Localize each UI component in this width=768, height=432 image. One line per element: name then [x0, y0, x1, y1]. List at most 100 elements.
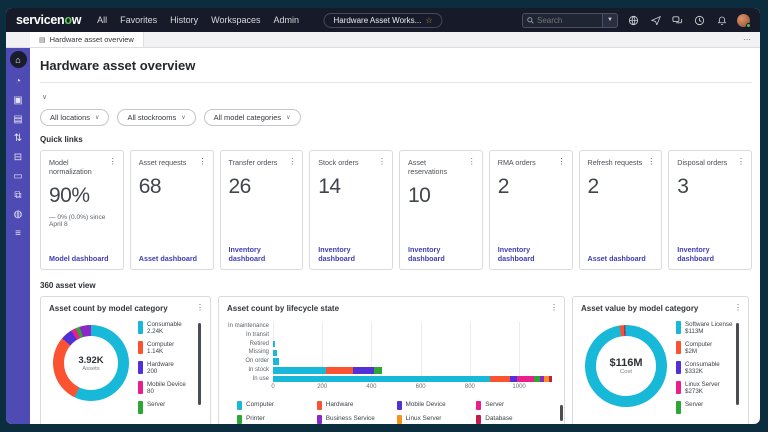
legend-value: 2.24K	[147, 328, 164, 336]
nav-item-workspaces[interactable]: Workspaces	[211, 15, 260, 25]
search-box[interactable]	[522, 12, 602, 28]
legend-text: Computer $2M	[685, 341, 712, 356]
chart-menu-icon[interactable]: ⋮	[734, 303, 742, 312]
quick-links-heading: Quick links	[40, 135, 83, 144]
card-dashboard-link[interactable]: Inventory dashboard	[318, 245, 384, 263]
x-axis-tick: 600	[415, 383, 426, 390]
nav-item-history[interactable]: History	[170, 15, 198, 25]
card-dashboard-link[interactable]: Inventory dashboard	[229, 245, 295, 263]
legend-item: Hardware	[316, 400, 397, 410]
donut-body: 3.92K Assets Consumable 2.24K Computer 1.14K H…	[49, 321, 202, 419]
favorite-star-icon[interactable]: ☆	[425, 16, 432, 25]
transfer-icon[interactable]: ⇅	[14, 134, 22, 144]
filter-pill-all-model-categories[interactable]: All model categories ∨	[203, 109, 301, 126]
card-menu-icon[interactable]: ⋮	[288, 157, 296, 166]
legend-item: Printer	[237, 414, 317, 424]
catalog-icon[interactable]: ⧉	[14, 191, 21, 201]
card-menu-icon[interactable]: ⋮	[109, 157, 117, 166]
dashboard-icon[interactable]: ◔	[15, 77, 21, 87]
legend-label: Database	[485, 414, 513, 422]
bell-icon[interactable]	[715, 14, 728, 27]
legend-text: Mobile Device 80	[147, 381, 186, 396]
bar-segment-computer	[273, 375, 490, 383]
bar-segment-database	[548, 375, 553, 383]
card-title: Model normalization	[49, 158, 92, 176]
card-menu-icon[interactable]: ⋮	[468, 157, 476, 166]
bar-plot-area	[273, 322, 556, 384]
clock-icon[interactable]	[693, 14, 706, 27]
x-axis-tick: 0	[271, 383, 275, 390]
chevron-down-icon[interactable]: ∨	[42, 94, 47, 101]
card-menu-icon[interactable]: ⋮	[737, 157, 745, 166]
card-dashboard-link[interactable]: Model dashboard	[49, 254, 115, 263]
card-dashboard-link[interactable]: Asset dashboard	[139, 254, 205, 263]
filter-pill-all-stockrooms[interactable]: All stockrooms ∨	[117, 109, 196, 126]
page-title: Hardware asset overview	[40, 58, 196, 73]
home-icon[interactable]: ⌂	[9, 51, 27, 68]
tasks-icon[interactable]: ▤	[13, 115, 22, 125]
filter-label: All stockrooms	[127, 113, 177, 122]
workspace-favorite-pill[interactable]: Hardware Asset Works... ☆	[323, 12, 443, 28]
tab-overflow-button[interactable]: ⋯	[743, 35, 752, 44]
page-content: Hardware asset overview ∨ All locations ∨…	[30, 48, 760, 424]
assets-icon[interactable]: ▣	[13, 96, 22, 106]
chevron-down-icon: ∨	[181, 115, 186, 121]
search-scope-dropdown[interactable]: ▼	[602, 12, 618, 28]
legend-text: Software License $113M	[685, 321, 732, 336]
bar-segment-computer	[273, 367, 326, 374]
card-menu-icon[interactable]: ⋮	[378, 157, 386, 166]
search-input[interactable]	[537, 15, 597, 25]
stacked-bar	[273, 349, 556, 357]
bar-plot-wrap: In maintenance In transit Retired Missing On…	[227, 322, 556, 384]
nav-item-admin[interactable]: Admin	[274, 15, 300, 25]
legend-scrollbar[interactable]	[560, 405, 563, 421]
chart-menu-icon[interactable]: ⋮	[196, 303, 204, 312]
card-title: Asset reservations	[408, 158, 448, 176]
bar-row	[273, 366, 556, 375]
servicenow-logo[interactable]: servicenow	[16, 13, 81, 27]
filter-pill-all-locations[interactable]: All locations ∨	[40, 109, 110, 126]
card-value: 10	[408, 184, 431, 207]
legend-swatch	[138, 400, 143, 414]
card-menu-icon[interactable]: ⋮	[558, 157, 566, 166]
legend-label: Linux Server	[685, 380, 720, 388]
workspace-pill-label: Hardware Asset Works...	[333, 15, 422, 25]
inventory-icon[interactable]: ⊟	[14, 153, 22, 163]
legend-item: Software License $113M	[676, 321, 733, 336]
card-title: Disposal orders	[677, 158, 728, 167]
legend-item: Consumable 2.24K	[138, 321, 195, 336]
paper-plane-icon[interactable]	[649, 14, 662, 27]
legend-label: Server	[485, 400, 505, 408]
card-dashboard-link[interactable]: Inventory dashboard	[408, 245, 474, 263]
quick-link-card: Refresh requests ⋮ 2 Asset dashboard	[578, 150, 663, 270]
card-menu-icon[interactable]: ⋮	[647, 157, 655, 166]
chart-menu-icon[interactable]: ⋮	[550, 303, 558, 312]
chevron-down-icon: ∨	[95, 115, 100, 121]
card-dashboard-link[interactable]: Inventory dashboard	[677, 245, 743, 263]
legend-scrollbar[interactable]	[198, 323, 201, 405]
card-menu-icon[interactable]: ⋮	[199, 157, 207, 166]
chart-card-1: Asset count by lifecycle state ⋮ In mainte…	[218, 296, 565, 424]
legend-scrollbar[interactable]	[736, 323, 739, 405]
bar-segment-printer	[373, 367, 383, 374]
x-axis-tick: 800	[464, 383, 475, 390]
nav-item-favorites[interactable]: Favorites	[120, 15, 157, 25]
reports-icon[interactable]: ◍	[14, 210, 23, 220]
list-icon[interactable]: ≡	[15, 229, 21, 239]
nav-item-all[interactable]: All	[97, 15, 107, 25]
card-dashboard-link[interactable]: Asset dashboard	[588, 254, 654, 263]
filter-label: All model categories	[213, 113, 282, 122]
stacked-bar	[273, 367, 556, 374]
tab-hardware-asset-overview[interactable]: ▤ Hardware asset overview	[30, 32, 144, 47]
card-dashboard-link[interactable]: Inventory dashboard	[498, 245, 564, 263]
globe-icon[interactable]	[627, 14, 640, 27]
y-axis-label: Missing	[248, 349, 269, 356]
legend-value: 80	[147, 388, 154, 396]
donut-center: 3.92K Assets	[64, 336, 118, 390]
bar-row	[273, 322, 556, 331]
legend-swatch	[676, 360, 681, 374]
document-icon[interactable]: ▭	[13, 172, 22, 182]
conversations-icon[interactable]	[671, 14, 684, 27]
user-avatar[interactable]	[737, 13, 751, 28]
legend-item: Mobile Device	[396, 400, 477, 410]
